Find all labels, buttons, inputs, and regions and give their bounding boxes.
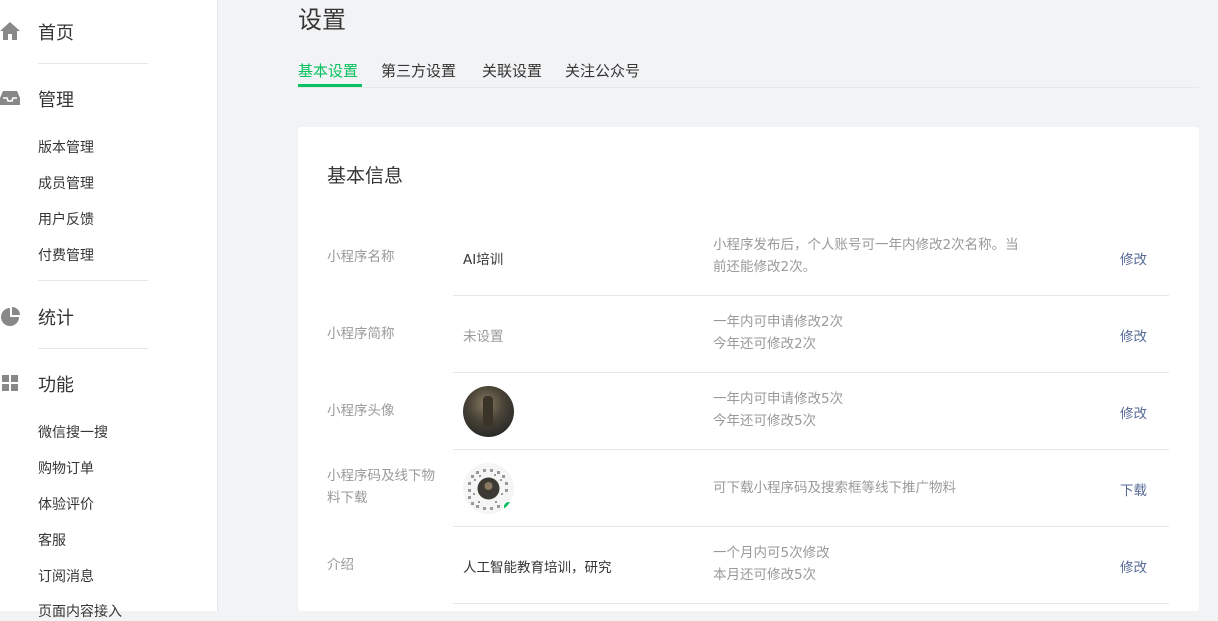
sidebar-section-features[interactable]: 功能	[0, 367, 218, 397]
sidebar-manage-label: 管理	[38, 90, 74, 111]
tab-related-settings[interactable]: 关联设置	[482, 60, 542, 81]
sidebar-section-stats[interactable]: 统计	[0, 300, 218, 330]
row-label: 小程序头像	[327, 403, 395, 419]
sidebar-divider	[38, 348, 148, 349]
tip-line: 今年还可修改5次	[713, 413, 817, 429]
sidebar-item-version-manage[interactable]: 版本管理	[38, 137, 94, 157]
tab-follow-official-account[interactable]: 关注公众号	[565, 60, 640, 81]
modify-short-name-button[interactable]: 修改	[1120, 325, 1147, 345]
row-tip: 可下载小程序码及搜索框等线下推广物料	[713, 477, 1043, 499]
row-label: 小程序简称	[327, 326, 395, 342]
tip-line: 今年还可修改2次	[713, 336, 817, 352]
modify-avatar-button[interactable]: 修改	[1120, 402, 1147, 422]
tab-third-party-settings[interactable]: 第三方设置	[381, 60, 456, 81]
avatar	[463, 386, 514, 437]
sidebar-item-payment-manage[interactable]: 付费管理	[38, 245, 94, 265]
label-line: 小程序码及线下物	[327, 468, 435, 484]
row-label: 小程序名称	[327, 249, 395, 265]
sidebar-section-manage[interactable]: 管理	[0, 82, 218, 112]
row-label: 介绍	[327, 557, 354, 573]
sidebar-item-page-content[interactable]: 页面内容接入	[38, 601, 122, 621]
row-value: 人工智能教育培训，研究	[463, 560, 612, 576]
pie-chart-icon	[0, 307, 22, 326]
sidebar-item-user-feedback[interactable]: 用户反馈	[38, 209, 94, 229]
tip-line: 前还能修改2次。	[713, 259, 817, 275]
tip-line: 一个月内可5次修改	[713, 545, 830, 561]
info-row-name: 小程序名称 AI培训 小程序发布后，个人账号可一年内修改2次名称。当 前还能修改…	[298, 219, 1199, 296]
modify-intro-button[interactable]: 修改	[1120, 556, 1147, 576]
sidebar-features-label: 功能	[38, 375, 74, 396]
sidebar-item-member-manage[interactable]: 成员管理	[38, 173, 94, 193]
settings-tabs: 基本设置 第三方设置 关联设置 关注公众号	[298, 58, 1199, 88]
tip-line: 一年内可申请修改2次	[713, 314, 844, 330]
tip-line: 一年内可申请修改5次	[713, 391, 844, 407]
page-title: 设置	[298, 6, 346, 34]
sidebar-item-subscribe-messages[interactable]: 订阅消息	[38, 566, 94, 586]
label-line: 料下载	[327, 490, 368, 506]
row-label: 小程序码及线下物 料下载	[327, 465, 445, 509]
sidebar-item-wechat-search[interactable]: 微信搜一搜	[38, 422, 108, 442]
inbox-icon	[0, 89, 22, 107]
row-value: 未设置	[463, 329, 504, 345]
tip-line: 本月还可修改5次	[713, 567, 817, 583]
basic-info-card: 基本信息 小程序名称 AI培训 小程序发布后，个人账号可一年内修改2次名称。当 …	[298, 127, 1199, 611]
info-row-avatar: 小程序头像 一年内可申请修改5次 今年还可修改5次 修改	[298, 373, 1199, 450]
sidebar-item-home[interactable]: 首页	[0, 15, 218, 45]
row-value: AI培训	[463, 252, 504, 268]
row-tip: 一个月内可5次修改 本月还可修改5次	[713, 542, 1043, 586]
wechat-badge-icon	[503, 501, 514, 512]
sidebar-home-label: 首页	[38, 23, 74, 44]
modify-name-button[interactable]: 修改	[1120, 248, 1147, 268]
card-title: 基本信息	[327, 165, 404, 187]
sidebar: 首页 管理 版本管理 成员管理 用户反馈 付费管理 统计 功能 微信搜一搜 购物…	[0, 0, 218, 620]
sidebar-item-customer-service[interactable]: 客服	[38, 530, 66, 550]
tip-line: 小程序发布后，个人账号可一年内修改2次名称。当	[713, 237, 1019, 253]
sidebar-item-experience-rating[interactable]: 体验评价	[38, 494, 94, 514]
info-row-qrcode: 小程序码及线下物 料下载 可下载小程序码及搜索框等线下推广物料 下载	[298, 450, 1199, 527]
row-divider	[453, 603, 1169, 604]
download-code-button[interactable]: 下载	[1120, 479, 1147, 499]
sidebar-divider	[38, 63, 148, 64]
sidebar-stats-label: 统计	[38, 308, 74, 329]
row-tip: 一年内可申请修改2次 今年还可修改2次	[713, 311, 1043, 355]
avatar-figure	[483, 396, 493, 426]
tip-line: 可下载小程序码及搜索框等线下推广物料	[713, 480, 956, 496]
row-tip: 一年内可申请修改5次 今年还可修改5次	[713, 388, 1043, 432]
info-row-intro: 介绍 人工智能教育培训，研究 一个月内可5次修改 本月还可修改5次 修改	[298, 527, 1199, 604]
mini-program-code	[463, 463, 514, 514]
row-tip: 小程序发布后，个人账号可一年内修改2次名称。当 前还能修改2次。	[713, 234, 1043, 278]
active-tab-indicator	[298, 84, 362, 87]
sidebar-divider	[38, 280, 148, 281]
home-icon	[0, 22, 22, 40]
info-row-short-name: 小程序简称 未设置 一年内可申请修改2次 今年还可修改2次 修改	[298, 296, 1199, 373]
tab-basic-settings[interactable]: 基本设置	[298, 60, 358, 81]
grid-icon	[0, 374, 22, 392]
sidebar-item-shopping-orders[interactable]: 购物订单	[38, 458, 94, 478]
